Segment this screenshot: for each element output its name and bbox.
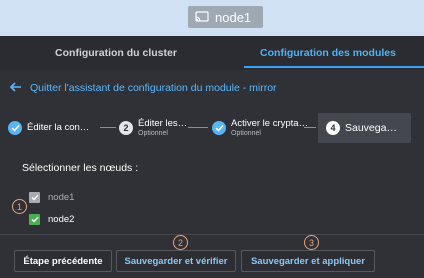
quit-wizard-link[interactable]: Quitter l'assistant de configuration du … [9,81,277,95]
step-4[interactable]: 4 Sauvega… [318,113,411,143]
checkbox-checked[interactable] [29,213,40,225]
step-connector [188,127,208,128]
cast-icon [195,11,209,23]
annotation-badge-2: 2 [173,235,188,250]
step-label: Activer le crypta… [231,118,309,130]
node-selector[interactable]: node1 [188,6,263,28]
tab-module-config[interactable]: Configuration des modules [232,36,424,70]
step-label: Éditer les… [138,118,188,130]
window-topbar: node1 [0,0,424,36]
node1-checkbox-row[interactable]: node1 [29,190,74,204]
node2-checkbox-row[interactable]: node2 [29,212,74,226]
step-number: 4 [326,121,340,135]
select-nodes-title: Sélectionner les nœuds : [22,162,139,174]
step-connector [304,127,316,128]
step-connector [100,127,116,128]
wizard-stepper: Éditer la con… 2 Éditer les… Optionnel A… [8,113,418,143]
save-and-verify-button[interactable]: Sauvegarder et vérifier [116,250,236,272]
quit-wizard-label: Quitter l'assistant de configuration du … [30,82,277,94]
checkbox-checked-disabled[interactable] [29,191,40,203]
arrow-left-icon [9,81,22,95]
active-tab-indicator [244,66,424,68]
step-1[interactable]: Éditer la con… [8,113,89,143]
check-icon [212,121,226,135]
tab-cluster-config[interactable]: Configuration du cluster [0,36,232,70]
tab-bar: Configuration du cluster Configuration d… [0,36,424,70]
previous-step-button[interactable]: Étape précédente [14,250,112,272]
step-2[interactable]: 2 Éditer les… Optionnel [119,113,187,143]
check-icon [8,121,22,135]
footer-divider [0,234,424,235]
step-number: 2 [119,121,133,135]
step-label: Éditer la con… [27,122,90,134]
node1-label: node1 [48,191,75,203]
step-subtitle: Optionnel [138,129,168,137]
annotation-badge-1: 1 [12,199,27,214]
annotation-badge-3: 3 [304,235,319,250]
step-label: Sauvega… [345,121,397,134]
step-3[interactable]: Activer le crypta… Optionnel [212,113,308,143]
node2-label: node2 [48,213,75,225]
save-and-apply-button[interactable]: Sauvegarder et appliquer [241,250,375,272]
node-label: node1 [215,9,252,25]
step-subtitle: Optionnel [231,129,261,137]
